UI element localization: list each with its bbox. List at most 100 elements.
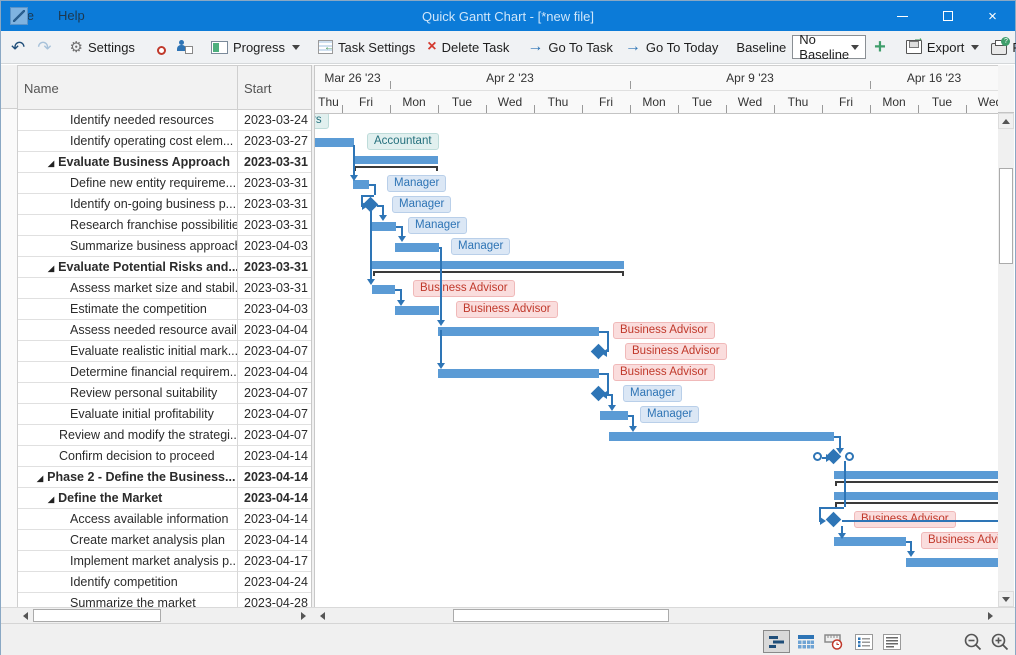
gantt-bar[interactable]: [395, 243, 439, 252]
gantt-bar[interactable]: [600, 411, 628, 420]
task-settings-button[interactable]: Task Settings: [312, 34, 421, 60]
table-row[interactable]: Review and modify the strategi...2023-04…: [18, 425, 311, 446]
task-name-cell[interactable]: ◢Evaluate Potential Risks and...: [18, 257, 238, 278]
table-h-scroll-thumb[interactable]: [33, 609, 161, 622]
menu-help[interactable]: Help: [46, 1, 97, 31]
table-row[interactable]: Summarize the market2023-04-28: [18, 593, 311, 607]
table-row[interactable]: Summarize business approach2023-04-03: [18, 236, 311, 257]
gantt-summary-bar[interactable]: [372, 261, 624, 269]
task-name-cell[interactable]: Research franchise possibilities: [18, 215, 238, 236]
table-row[interactable]: Identify operating cost elem...2023-03-2…: [18, 131, 311, 152]
task-name-cell[interactable]: Review and modify the strategi...: [18, 425, 238, 446]
minimize-button[interactable]: [880, 1, 925, 31]
task-name-cell[interactable]: Create market analysis plan: [18, 530, 238, 551]
table-row[interactable]: ◢Evaluate Business Approach2023-03-31: [18, 152, 311, 173]
task-start-cell[interactable]: 2023-04-03: [238, 236, 311, 257]
task-start-cell[interactable]: 2023-04-14: [238, 509, 311, 530]
task-name-cell[interactable]: Identify operating cost elem...: [18, 131, 238, 152]
task-name-cell[interactable]: ◢Evaluate Business Approach: [18, 152, 238, 173]
task-start-cell[interactable]: 2023-04-14: [238, 488, 311, 509]
task-name-cell[interactable]: Define new entity requireme...: [18, 173, 238, 194]
task-start-cell[interactable]: 2023-04-04: [238, 320, 311, 341]
milestone-diamond[interactable]: [826, 512, 842, 528]
table-row[interactable]: Confirm decision to proceed2023-04-14: [18, 446, 311, 467]
gantt-bar[interactable]: [438, 369, 599, 378]
gantt-bar[interactable]: [353, 180, 369, 189]
scroll-left-button[interactable]: [315, 609, 330, 623]
task-name-cell[interactable]: ◢Phase 2 - Define the Business...: [18, 467, 238, 488]
task-start-cell[interactable]: 2023-03-24: [238, 110, 311, 131]
table-row[interactable]: Estimate the competition2023-04-03: [18, 299, 311, 320]
task-name-cell[interactable]: Confirm decision to proceed: [18, 446, 238, 467]
column-header-name[interactable]: Name: [18, 66, 238, 110]
task-start-cell[interactable]: 2023-04-07: [238, 425, 311, 446]
table-row[interactable]: Identify needed resources2023-03-24: [18, 110, 311, 131]
scroll-up-button[interactable]: [998, 113, 1014, 129]
close-button[interactable]: ×: [970, 1, 1015, 31]
gantt-summary-bar[interactable]: [834, 492, 998, 500]
table-row[interactable]: Evaluate realistic initial mark...2023-0…: [18, 341, 311, 362]
task-name-cell[interactable]: Access available information: [18, 509, 238, 530]
go-to-today-button[interactable]: → Go To Today: [619, 34, 725, 60]
table-row[interactable]: Determine financial requirem...2023-04-0…: [18, 362, 311, 383]
task-name-cell[interactable]: Evaluate realistic initial mark...: [18, 341, 238, 362]
chart-vertical-scrollbar[interactable]: [998, 113, 1014, 607]
table-row[interactable]: ◢Evaluate Potential Risks and...2023-03-…: [18, 257, 311, 278]
table-row[interactable]: Access available information2023-04-14: [18, 509, 311, 530]
task-start-cell[interactable]: 2023-04-14: [238, 467, 311, 488]
expander-icon[interactable]: ◢: [48, 264, 54, 273]
table-horizontal-scrollbar[interactable]: [18, 608, 311, 624]
table-row[interactable]: Review personal suitability2023-04-07: [18, 383, 311, 404]
zoom-in-button[interactable]: [988, 630, 1011, 653]
task-start-cell[interactable]: 2023-03-31: [238, 194, 311, 215]
view-grid-button[interactable]: [792, 630, 819, 653]
table-row[interactable]: Create market analysis plan2023-04-14: [18, 530, 311, 551]
milestone-handle[interactable]: [845, 452, 854, 461]
task-start-cell[interactable]: 2023-04-04: [238, 362, 311, 383]
gantt-bar[interactable]: [438, 327, 599, 336]
undo-button[interactable]: ↶: [5, 34, 31, 60]
task-start-cell[interactable]: 2023-03-31: [238, 257, 311, 278]
gantt-summary-bar[interactable]: [834, 471, 998, 479]
task-name-cell[interactable]: Estimate the competition: [18, 299, 238, 320]
progress-button[interactable]: Progress: [205, 34, 306, 60]
task-name-cell[interactable]: Identify needed resources: [18, 110, 238, 131]
table-row[interactable]: Implement market analysis p...2023-04-17: [18, 551, 311, 572]
view-report-button[interactable]: [878, 630, 905, 653]
column-header-start[interactable]: Start: [238, 66, 311, 110]
resources-button[interactable]: [141, 34, 170, 60]
scroll-right-button[interactable]: [296, 609, 311, 623]
chart-horizontal-scrollbar[interactable]: [315, 608, 998, 624]
export-button[interactable]: Export: [900, 34, 986, 60]
chart-h-scroll-thumb[interactable]: [453, 609, 669, 622]
task-start-cell[interactable]: 2023-04-14: [238, 530, 311, 551]
gantt-bar[interactable]: [371, 222, 396, 231]
task-start-cell[interactable]: 2023-04-03: [238, 299, 311, 320]
gantt-bar[interactable]: [372, 285, 395, 294]
task-start-cell[interactable]: 2023-04-14: [238, 446, 311, 467]
task-name-cell[interactable]: Assess market size and stabil...: [18, 278, 238, 299]
settings-button[interactable]: ⚙ Settings: [64, 34, 141, 60]
delete-task-button[interactable]: × Delete Task: [421, 34, 515, 60]
task-start-cell[interactable]: 2023-04-28: [238, 593, 311, 607]
baseline-dropdown[interactable]: No Baseline: [792, 35, 866, 59]
task-name-cell[interactable]: Implement market analysis p...: [18, 551, 238, 572]
task-name-cell[interactable]: Summarize the market: [18, 593, 238, 607]
task-start-cell[interactable]: 2023-04-24: [238, 572, 311, 593]
add-baseline-button[interactable]: +: [866, 37, 894, 57]
zoom-out-button[interactable]: [961, 630, 984, 653]
scroll-left-button[interactable]: [18, 609, 33, 623]
view-task-list-button[interactable]: [850, 630, 877, 653]
task-name-cell[interactable]: Evaluate initial profitability: [18, 404, 238, 425]
scroll-right-button[interactable]: [983, 609, 998, 623]
maximize-button[interactable]: [925, 1, 970, 31]
table-row[interactable]: Evaluate initial profitability2023-04-07: [18, 404, 311, 425]
gantt-bar[interactable]: [315, 138, 354, 147]
gantt-bar[interactable]: [395, 306, 439, 315]
task-start-cell[interactable]: 2023-03-27: [238, 131, 311, 152]
task-start-cell[interactable]: 2023-04-07: [238, 404, 311, 425]
gantt-summary-bar[interactable]: [353, 156, 438, 164]
task-name-cell[interactable]: Identify on-going business p...: [18, 194, 238, 215]
expander-icon[interactable]: ◢: [37, 474, 43, 483]
table-row[interactable]: ◢Define the Market2023-04-14: [18, 488, 311, 509]
